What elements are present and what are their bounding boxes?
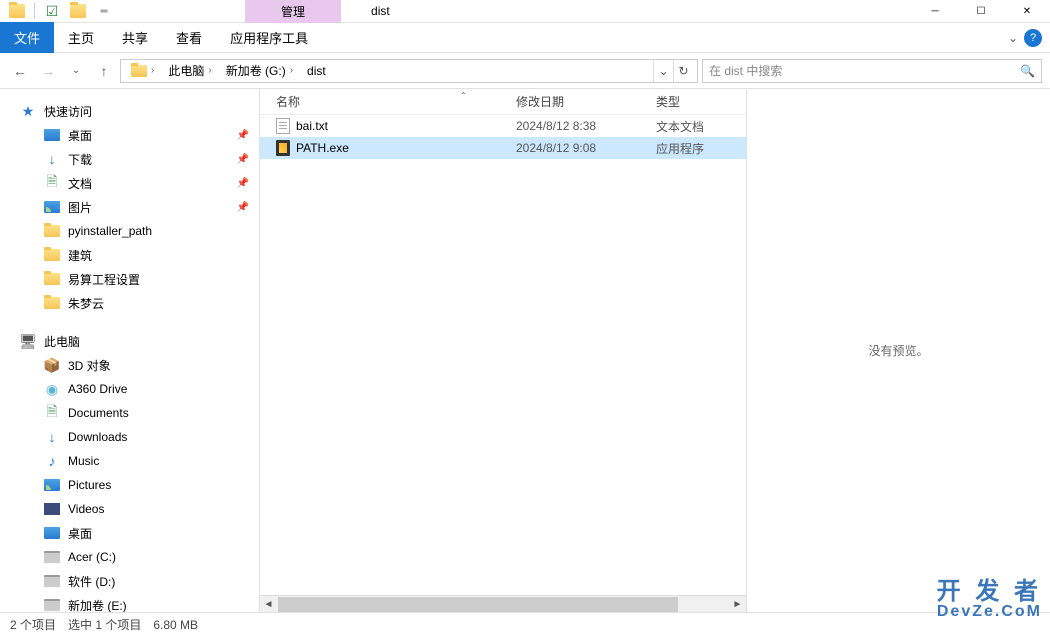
no-preview-text: 没有预览。: [868, 342, 928, 359]
file-type: 应用程序: [656, 140, 746, 157]
watermark: 开 发 者 DevZe.CoM: [937, 580, 1042, 620]
refresh-icon[interactable]: ↻: [673, 60, 693, 82]
path-seg-pc[interactable]: 此电脑›: [162, 60, 217, 81]
sidebar-folder-3[interactable]: 朱梦云: [0, 291, 259, 315]
sidebar-downloads-en[interactable]: ↓Downloads: [0, 425, 259, 449]
path-seg-folder[interactable]: dist: [301, 62, 332, 80]
help-icon[interactable]: ?: [1024, 29, 1042, 47]
pin-icon: 📌: [237, 154, 249, 165]
path-dropdown-icon[interactable]: ⌄: [653, 60, 673, 82]
forward-button[interactable]: →: [36, 59, 60, 83]
ribbon-expand-icon[interactable]: ⌄: [1008, 31, 1018, 45]
tab-app-tools[interactable]: 应用程序工具: [216, 22, 322, 53]
file-date: 2024/8/12 9:08: [516, 141, 656, 155]
sidebar-folder-pyinstaller[interactable]: pyinstaller_path: [0, 219, 259, 243]
address-path[interactable]: › 此电脑› 新加卷 (G:)› dist ⌄ ↻: [120, 59, 698, 83]
column-headers: ⌃ 名称 修改日期 类型: [260, 89, 746, 115]
sidebar-music[interactable]: ♪Music: [0, 449, 259, 473]
status-size: 6.80 MB: [153, 618, 198, 632]
file-row[interactable]: PATH.exe2024/8/12 9:08应用程序: [260, 137, 746, 159]
status-selected: 选中 1 个项目: [68, 616, 141, 633]
sidebar-desktop-2[interactable]: 桌面: [0, 521, 259, 545]
back-button[interactable]: ←: [8, 59, 32, 83]
sidebar-desktop[interactable]: 桌面📌: [0, 123, 259, 147]
qat-folder-icon[interactable]: [67, 0, 89, 22]
statusbar: 2 个项目 选中 1 个项目 6.80 MB: [0, 612, 1050, 636]
file-type: 文本文档: [656, 118, 746, 135]
close-button[interactable]: ✕: [1004, 0, 1050, 23]
pin-icon: 📌: [237, 130, 249, 141]
sidebar-downloads[interactable]: ↓下载📌: [0, 147, 259, 171]
tab-file[interactable]: 文件: [0, 22, 54, 53]
tab-share[interactable]: 共享: [108, 22, 162, 53]
preview-pane: 没有预览。: [746, 89, 1050, 612]
file-name: bai.txt: [268, 118, 516, 134]
path-seg-drive[interactable]: 新加卷 (G:)›: [220, 60, 299, 81]
titlebar: ☑ ═ 管理 dist ─ ☐ ✕: [0, 0, 1050, 23]
sidebar: ★快速访问 桌面📌 ↓下载📌 🗎文档📌 图片📌 pyinstaller_path…: [0, 89, 260, 612]
tab-view[interactable]: 查看: [162, 22, 216, 53]
sidebar-this-pc[interactable]: 🖥此电脑: [0, 329, 259, 353]
sidebar-drive-c[interactable]: Acer (C:): [0, 545, 259, 569]
tab-home[interactable]: 主页: [54, 22, 108, 53]
sidebar-folder-1[interactable]: 建筑: [0, 243, 259, 267]
sidebar-documents[interactable]: 🗎文档📌: [0, 171, 259, 195]
up-button[interactable]: ↑: [92, 59, 116, 83]
pin-icon: 📌: [237, 202, 249, 213]
horizontal-scrollbar[interactable]: ◄ ►: [260, 595, 746, 612]
folder-icon[interactable]: [6, 0, 28, 22]
sidebar-a360[interactable]: ◉A360 Drive: [0, 377, 259, 401]
sidebar-quick-access[interactable]: ★快速访问: [0, 99, 259, 123]
col-type[interactable]: 类型: [656, 93, 746, 110]
scroll-left-icon[interactable]: ◄: [260, 596, 277, 613]
sidebar-pictures-en[interactable]: Pictures: [0, 473, 259, 497]
sidebar-drive-d[interactable]: 软件 (D:): [0, 569, 259, 593]
ribbon: 文件 主页 共享 查看 应用程序工具 ⌄ ?: [0, 23, 1050, 53]
scroll-thumb[interactable]: [278, 597, 678, 612]
sidebar-folder-2[interactable]: 易算工程设置: [0, 267, 259, 291]
window-title: dist: [371, 4, 390, 18]
sidebar-videos[interactable]: Videos: [0, 497, 259, 521]
col-date[interactable]: 修改日期: [516, 93, 656, 110]
addressbar: ← → ⌄ ↑ › 此电脑› 新加卷 (G:)› dist ⌄ ↻ 在 dist…: [0, 53, 1050, 89]
path-root-icon[interactable]: ›: [125, 63, 160, 79]
file-list: ⌃ 名称 修改日期 类型 bai.txt2024/8/12 8:38文本文档PA…: [260, 89, 746, 612]
maximize-button[interactable]: ☐: [958, 0, 1004, 23]
qat-dropdown-icon[interactable]: ═: [93, 0, 115, 22]
scroll-right-icon[interactable]: ►: [729, 596, 746, 613]
file-name: PATH.exe: [268, 140, 516, 156]
sort-indicator-icon: ⌃: [460, 91, 467, 100]
search-icon[interactable]: 🔍: [1020, 64, 1035, 78]
sidebar-pictures[interactable]: 图片📌: [0, 195, 259, 219]
search-input[interactable]: 在 dist 中搜索 🔍: [702, 59, 1042, 83]
sidebar-drive-e[interactable]: 新加卷 (E:): [0, 593, 259, 612]
minimize-button[interactable]: ─: [912, 0, 958, 23]
pin-icon: 📌: [237, 178, 249, 189]
sidebar-documents-en[interactable]: 🗎Documents: [0, 401, 259, 425]
file-row[interactable]: bai.txt2024/8/12 8:38文本文档: [260, 115, 746, 137]
file-date: 2024/8/12 8:38: [516, 119, 656, 133]
qat: ☑ ═: [0, 0, 115, 22]
sidebar-3d[interactable]: 📦3D 对象: [0, 353, 259, 377]
properties-icon[interactable]: ☑: [41, 0, 63, 22]
col-name[interactable]: 名称: [268, 93, 516, 110]
main: ★快速访问 桌面📌 ↓下载📌 🗎文档📌 图片📌 pyinstaller_path…: [0, 89, 1050, 612]
recent-dropdown[interactable]: ⌄: [64, 59, 88, 83]
manage-tab[interactable]: 管理: [245, 0, 341, 23]
status-item-count: 2 个项目: [10, 616, 56, 633]
